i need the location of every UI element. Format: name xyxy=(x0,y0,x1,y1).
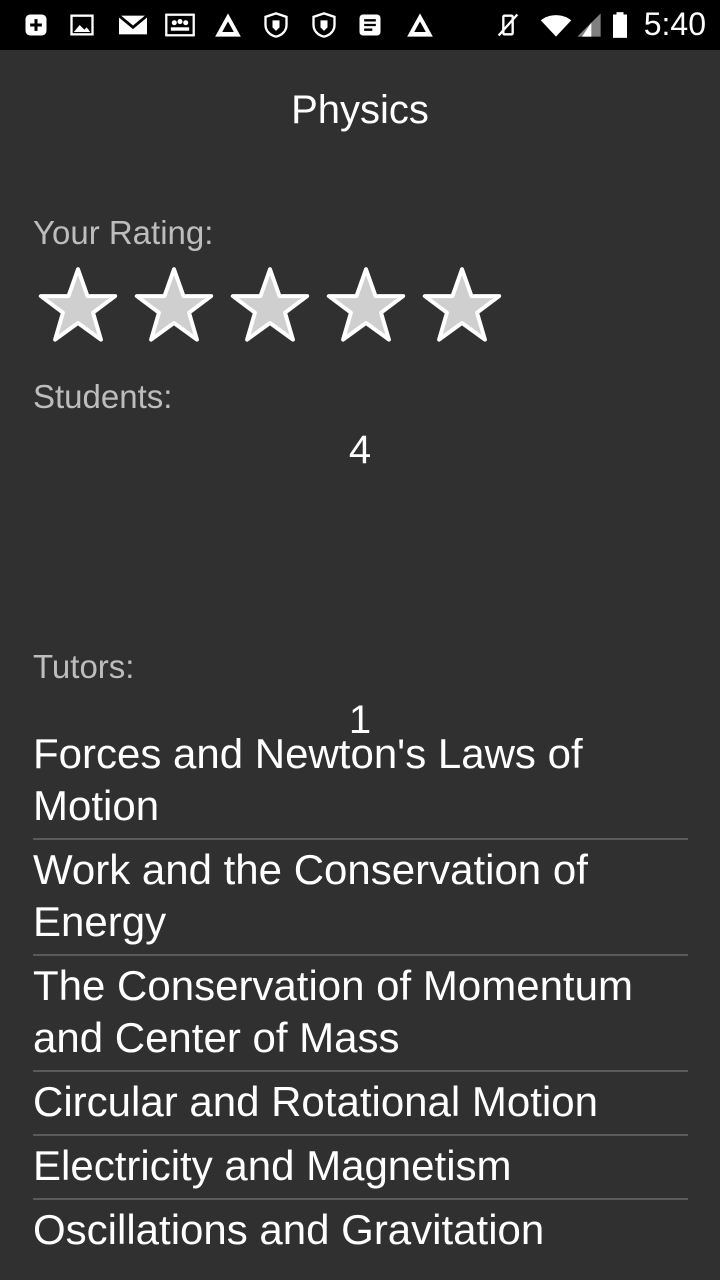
topic-item[interactable]: Electricity and Magnetism xyxy=(33,1136,688,1200)
topic-list[interactable]: Forces and Newton's Laws of Motion Work … xyxy=(33,738,688,1258)
page-title: Physics xyxy=(291,88,429,132)
tutors-label: Tutors: xyxy=(33,648,135,685)
star-4-icon[interactable] xyxy=(326,266,406,342)
gmail-icon xyxy=(116,11,150,39)
vibrate-off-icon xyxy=(494,11,522,39)
star-3-icon[interactable] xyxy=(230,266,310,342)
topic-item[interactable]: Work and the Conservation of Energy xyxy=(33,840,688,956)
plus-square-icon xyxy=(22,11,50,39)
battery-icon xyxy=(608,11,632,39)
signal-icon xyxy=(572,11,606,39)
wifi-icon xyxy=(536,11,576,39)
students-count: 4 xyxy=(348,428,372,472)
rating-label: Your Rating: xyxy=(33,214,214,251)
star-2-icon[interactable] xyxy=(134,266,214,342)
topic-item[interactable]: Circular and Rotational Motion xyxy=(33,1072,688,1136)
tutors-count: 1 xyxy=(348,698,372,742)
topic-item[interactable]: Oscillations and Gravitation xyxy=(33,1200,688,1258)
document-icon xyxy=(356,11,384,39)
triangle-logo-icon xyxy=(404,11,436,39)
group-icon xyxy=(164,11,196,39)
status-clock: 5:40 xyxy=(643,6,706,42)
image-icon xyxy=(68,11,96,39)
topic-item[interactable]: The Conservation of Momentum and Center … xyxy=(33,956,688,1072)
star-1-icon[interactable] xyxy=(38,266,118,342)
status-bar: 5:40 xyxy=(0,0,720,50)
triangle-logo-icon xyxy=(212,11,244,39)
star-5-icon[interactable] xyxy=(422,266,502,342)
topic-item[interactable]: Forces and Newton's Laws of Motion xyxy=(33,738,688,840)
rating-bar[interactable] xyxy=(38,266,502,344)
students-label: Students: xyxy=(33,378,173,415)
shield-hand-icon xyxy=(308,11,340,39)
shield-hand-icon xyxy=(260,11,292,39)
